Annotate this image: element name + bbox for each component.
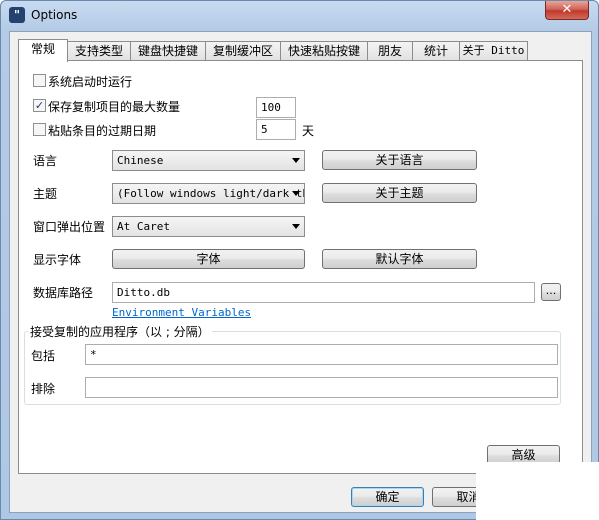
- tab-keyboard-shortcuts[interactable]: 键盘快捷键: [130, 41, 206, 61]
- window-title: Options: [31, 8, 78, 22]
- language-label: 语言: [33, 154, 58, 168]
- ok-button[interactable]: 确定: [351, 487, 424, 507]
- popup-position-label: 窗口弹出位置: [33, 220, 106, 234]
- close-icon: ✕: [561, 2, 573, 17]
- browse-db-button[interactable]: ...: [541, 283, 561, 301]
- language-value: Chinese: [117, 154, 164, 167]
- db-path-label: 数据库路径: [33, 286, 94, 300]
- tab-about-ditto[interactable]: 关于 Ditto: [459, 41, 528, 61]
- theme-value: (Follow windows light/dark th: [117, 187, 305, 200]
- default-font-button[interactable]: 默认字体: [322, 249, 477, 269]
- expire-days-input[interactable]: 5: [256, 119, 296, 140]
- popup-position-value: At Caret: [117, 220, 170, 233]
- tab-general[interactable]: 常规: [18, 39, 68, 62]
- chevron-down-icon: [292, 191, 300, 196]
- tab-supported-types[interactable]: 支持类型: [67, 41, 131, 61]
- tab-quick-paste-keys[interactable]: 快速粘贴按键: [280, 41, 368, 61]
- accepted-apps-title: 接受复制的应用程序（以 ; 分隔）: [28, 323, 212, 340]
- environment-variables-link[interactable]: Environment Variables: [112, 306, 251, 319]
- max-copies-checkbox[interactable]: ✓: [33, 99, 46, 112]
- title-bar[interactable]: " Options ✕: [1, 1, 598, 31]
- close-button[interactable]: ✕: [545, 1, 589, 20]
- about-language-button[interactable]: 关于语言: [322, 150, 477, 170]
- tab-copy-buffers[interactable]: 复制缓冲区: [205, 41, 281, 61]
- chevron-down-icon: [292, 158, 300, 163]
- popup-position-select[interactable]: At Caret: [112, 216, 305, 237]
- display-font-label: 显示字体: [33, 253, 82, 267]
- tab-stats[interactable]: 统计: [412, 41, 460, 61]
- general-panel: 系统启动时运行 ✓ 保存复制项目的最大数量 100 粘贴条目的过期日期 5 天 …: [18, 60, 583, 474]
- exclude-label: 排除: [31, 382, 56, 396]
- font-button[interactable]: 字体: [112, 249, 305, 269]
- theme-label: 主题: [33, 187, 58, 201]
- expire-label: 粘贴条目的过期日期: [48, 124, 157, 138]
- max-copies-label: 保存复制项目的最大数量: [48, 100, 181, 114]
- occluding-overlay: [476, 462, 599, 520]
- options-window: " Options ✕ 常规 支持类型 键盘快捷键 复制缓冲区 快速粘贴按键 朋…: [0, 0, 599, 520]
- language-select[interactable]: Chinese: [112, 150, 305, 171]
- about-theme-button[interactable]: 关于主题: [322, 183, 477, 203]
- dialog-client-area: 常规 支持类型 键盘快捷键 复制缓冲区 快速粘贴按键 朋友 统计 关于 Ditt…: [9, 31, 592, 513]
- chevron-down-icon: [292, 224, 300, 229]
- db-path-input[interactable]: Ditto.db: [112, 282, 535, 303]
- max-copies-input[interactable]: 100: [256, 97, 296, 118]
- theme-select[interactable]: (Follow windows light/dark th: [112, 183, 305, 204]
- include-apps-input[interactable]: *: [85, 344, 558, 365]
- include-label: 包括: [31, 349, 56, 363]
- ditto-app-icon: ": [9, 7, 25, 23]
- start-on-startup-checkbox[interactable]: [33, 74, 46, 87]
- expire-unit-label: 天: [302, 124, 315, 138]
- exclude-apps-input[interactable]: [85, 377, 558, 398]
- start-on-startup-label: 系统启动时运行: [48, 75, 133, 89]
- tab-friends[interactable]: 朋友: [367, 41, 413, 61]
- expire-checkbox[interactable]: [33, 123, 46, 136]
